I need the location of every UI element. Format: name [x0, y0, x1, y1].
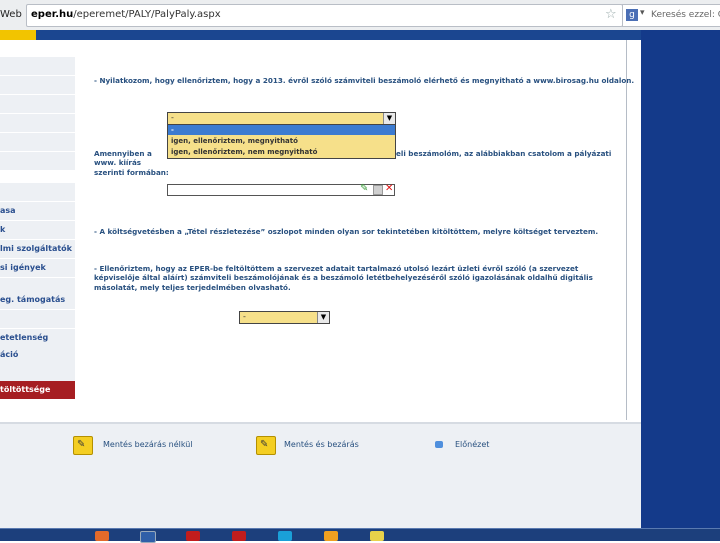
browser-search-box[interactable]: g ▾ Keresés ezzel: Go: [622, 4, 720, 27]
sidebar-item[interactable]: k: [0, 221, 75, 240]
statement-attachment-right: eli beszámolóm, az alábbiakban csatolom …: [396, 149, 612, 158]
sidebar-item[interactable]: lmi szolgáltatók: [0, 240, 75, 259]
page-header-bar: [0, 30, 641, 40]
save-close-button[interactable]: Mentés és bezárás: [284, 440, 359, 449]
bookmark-star-icon[interactable]: ☆: [605, 7, 617, 22]
sidebar-item[interactable]: [0, 183, 75, 202]
sidebar-item[interactable]: eg. támogatás: [0, 291, 75, 310]
sidebar-item[interactable]: si igények: [0, 259, 75, 278]
taskbar: [0, 528, 720, 543]
sidebar-item[interactable]: [0, 310, 75, 329]
save-no-close-button[interactable]: Mentés bezárás nélkül: [103, 440, 193, 449]
chevron-down-icon[interactable]: ▼: [317, 312, 329, 323]
sidebar-item[interactable]: [0, 114, 75, 133]
select-value: -: [171, 113, 174, 122]
sidebar-item[interactable]: asa: [0, 202, 75, 221]
page-header-accent: [0, 30, 36, 40]
statement-budget: - A költségvetésben a „Tétel részletezés…: [94, 227, 599, 236]
preview-icon[interactable]: [435, 441, 443, 448]
taskbar-app-icon[interactable]: [140, 531, 156, 543]
search-placeholder: Keresés ezzel: Go: [651, 10, 720, 20]
preview-button[interactable]: Előnézet: [455, 440, 489, 449]
url-host: eper.hu: [31, 9, 74, 20]
save-icon[interactable]: [373, 185, 383, 195]
browser-tab-label[interactable]: Web: [0, 9, 22, 20]
dropdown-option[interactable]: -: [168, 125, 395, 135]
sidebar-item-active[interactable]: töltöttsége: [0, 381, 75, 399]
browser-toolbar: Web eper.hu/eperemet/PALY/PalyPaly.aspx …: [0, 0, 720, 31]
select-value: -: [243, 312, 246, 321]
action-bar: [0, 422, 641, 530]
statement-attachment-left: Amennyiben a www. kiírás szerinti formáb…: [94, 149, 169, 177]
right-background-band: [641, 30, 720, 540]
select-eper[interactable]: - ▼: [239, 311, 330, 324]
search-engine-icon[interactable]: g: [626, 9, 638, 21]
dropdown-option[interactable]: igen, ellenőriztem, megnyitható: [168, 136, 395, 146]
sidebar-item[interactable]: [0, 76, 75, 95]
content-divider: [626, 40, 627, 420]
sidebar-item[interactable]: [0, 363, 75, 382]
chevron-down-icon[interactable]: ▼: [383, 113, 395, 124]
sidebar-item[interactable]: [0, 57, 75, 76]
dropdown-list[interactable]: - igen, ellenőriztem, megnyitható igen, …: [167, 124, 396, 159]
sidebar-item[interactable]: [0, 95, 75, 114]
pencil-icon[interactable]: ✎: [73, 436, 93, 455]
attach-icon[interactable]: ✎: [360, 183, 368, 194]
delete-icon[interactable]: ✕: [385, 183, 393, 194]
file-upload-field[interactable]: ✎ ✕: [167, 183, 395, 196]
pencil-icon[interactable]: ✎: [256, 436, 276, 455]
statement-eper: - Ellenőriztem, hogy az EPER-be feltöltö…: [94, 264, 593, 292]
sidebar-item[interactable]: [0, 133, 75, 152]
url-path: /eperemet/PALY/PalyPaly.aspx: [73, 9, 221, 20]
dropdown-option[interactable]: igen, ellenőriztem, nem megnyitható: [168, 147, 395, 157]
statement-birosag: - Nyilatkozom, hogy ellenőriztem, hogy a…: [94, 76, 635, 85]
address-bar[interactable]: eper.hu/eperemet/PALY/PalyPaly.aspx ☆ ↻: [26, 4, 637, 27]
address-url: eper.hu/eperemet/PALY/PalyPaly.aspx: [31, 9, 221, 20]
sidebar-item[interactable]: [0, 152, 75, 171]
chevron-down-icon[interactable]: ▾: [640, 8, 645, 18]
